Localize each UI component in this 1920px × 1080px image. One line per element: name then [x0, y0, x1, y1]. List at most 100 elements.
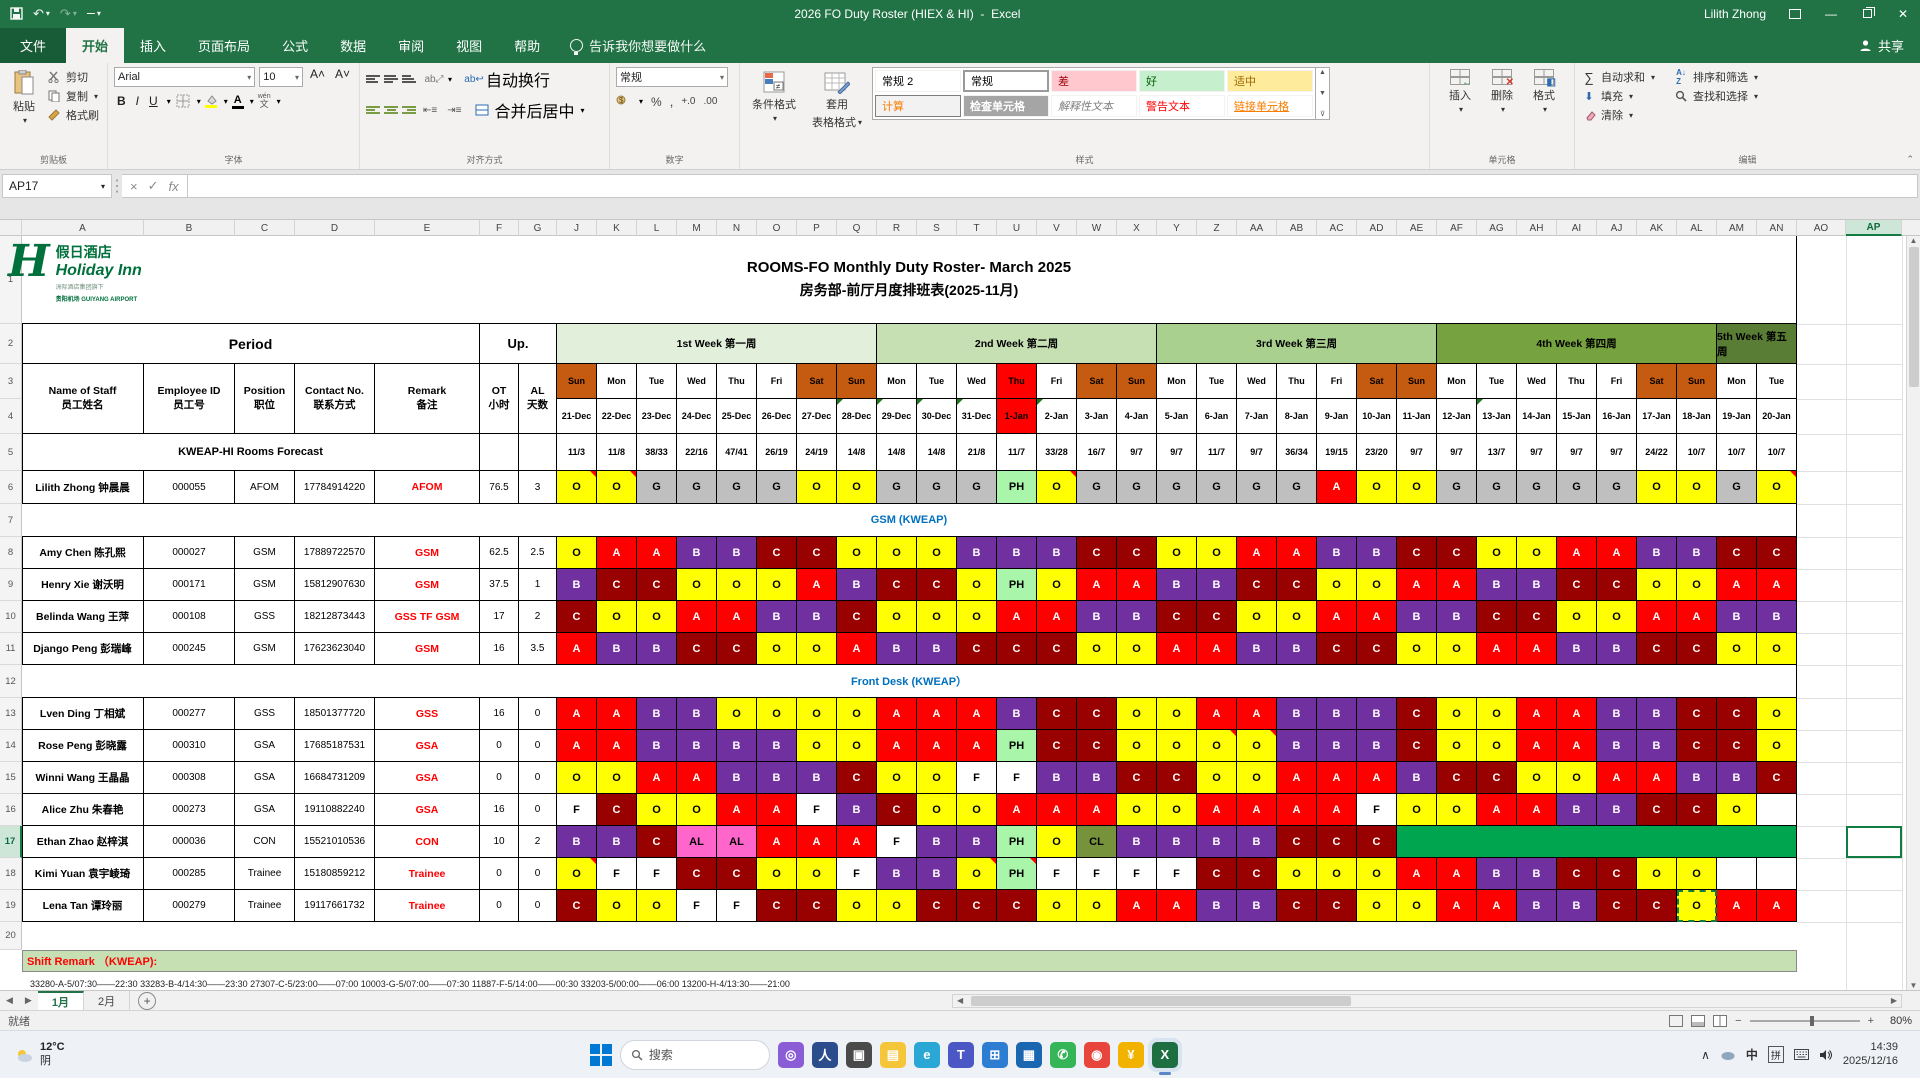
- hscroll-left-icon[interactable]: ◀: [953, 996, 967, 1005]
- row-header-17[interactable]: 17: [0, 826, 22, 858]
- staff-id[interactable]: 000273: [144, 794, 235, 826]
- staff-remark[interactable]: Trainee: [375, 858, 480, 890]
- roster-cell[interactable]: C: [1157, 601, 1197, 633]
- group-label-editing[interactable]: 编辑: [1581, 151, 1914, 169]
- roster-cell[interactable]: A: [637, 762, 677, 794]
- staff-id[interactable]: 000310: [144, 730, 235, 762]
- row-header-19[interactable]: 19: [0, 890, 22, 922]
- roster-cell[interactable]: C: [837, 601, 877, 633]
- roster-cell[interactable]: B: [1597, 698, 1637, 730]
- roster-cell[interactable]: A: [1637, 762, 1677, 794]
- roster-cell[interactable]: C: [1717, 537, 1757, 569]
- tell-me-box[interactable]: 告诉我你想要做什么: [556, 28, 720, 63]
- minimize-button[interactable]: —: [1814, 0, 1848, 27]
- roster-cell[interactable]: B: [1397, 601, 1437, 633]
- roster-cell[interactable]: C: [1557, 858, 1597, 890]
- roster-cell[interactable]: O: [1237, 762, 1277, 794]
- roster-cell[interactable]: F: [677, 890, 717, 922]
- roster-cell[interactable]: O: [837, 890, 877, 922]
- column-header-L[interactable]: L: [637, 220, 677, 236]
- roster-cell[interactable]: G: [1157, 471, 1197, 504]
- collapse-ribbon-icon[interactable]: ⌃: [1906, 154, 1914, 165]
- date-cell[interactable]: 4-Jan: [1117, 399, 1157, 434]
- roster-cell[interactable]: C: [717, 858, 757, 890]
- roster-cell[interactable]: B: [1237, 826, 1277, 858]
- roster-cell[interactable]: A: [1197, 633, 1237, 665]
- wrap-text-button[interactable]: ab↩ 自动换行: [464, 67, 550, 91]
- ime-language-indicator[interactable]: 中: [1746, 1046, 1758, 1063]
- staff-ot[interactable]: 62.5: [480, 537, 519, 569]
- zoom-slider[interactable]: [1749, 1015, 1860, 1026]
- roster-cell[interactable]: G: [1077, 471, 1117, 504]
- staff-contact[interactable]: 18501377720: [295, 698, 375, 730]
- date-cell[interactable]: 24-Dec: [677, 399, 717, 434]
- forecast-cell[interactable]: 38/33: [637, 434, 677, 471]
- roster-cell[interactable]: C: [1077, 730, 1117, 762]
- roster-cell[interactable]: C: [1397, 537, 1437, 569]
- roster-cell[interactable]: B: [1637, 537, 1677, 569]
- ime-pinyin-indicator[interactable]: 拼: [1767, 1046, 1784, 1063]
- roster-cell[interactable]: A: [837, 826, 877, 858]
- roster-cell[interactable]: C: [637, 569, 677, 601]
- roster-cell[interactable]: B: [1517, 890, 1557, 922]
- cell-style-适中[interactable]: 适中: [1227, 70, 1314, 92]
- autosum-button[interactable]: ∑ 自动求和 ▾: [1581, 69, 1655, 85]
- roster-cell[interactable]: C: [1317, 826, 1357, 858]
- roster-cell[interactable]: O: [1437, 633, 1477, 665]
- date-cell[interactable]: 5-Jan: [1157, 399, 1197, 434]
- roster-cell[interactable]: A: [997, 601, 1037, 633]
- forecast-cell[interactable]: 9/7: [1237, 434, 1277, 471]
- roster-cell[interactable]: O: [597, 601, 637, 633]
- roster-cell[interactable]: C: [1757, 537, 1797, 569]
- column-header-V[interactable]: V: [1037, 220, 1077, 236]
- staff-name[interactable]: Amy Chen 陈孔熙: [22, 537, 144, 569]
- column-header-Z[interactable]: Z: [1197, 220, 1237, 236]
- roster-cell[interactable]: C: [1077, 537, 1117, 569]
- day-name-cell[interactable]: Mon: [1437, 364, 1477, 399]
- roster-cell[interactable]: B: [1397, 762, 1437, 794]
- staff-position[interactable]: AFOM: [235, 471, 295, 504]
- vertical-scrollbar[interactable]: ▲ ▼: [1906, 236, 1920, 990]
- group-label-font[interactable]: 字体: [114, 151, 353, 169]
- forecast-empty-g[interactable]: [519, 434, 557, 471]
- scroll-up-icon[interactable]: ▲: [1910, 236, 1918, 245]
- cancel-entry-icon[interactable]: ×: [130, 179, 138, 194]
- roster-cell[interactable]: A: [597, 537, 637, 569]
- roster-cell[interactable]: G: [1717, 471, 1757, 504]
- roster-cell[interactable]: F: [1117, 858, 1157, 890]
- roster-cell[interactable]: O: [1397, 471, 1437, 504]
- onedrive-cloud-icon[interactable]: [1720, 1049, 1736, 1061]
- page-break-view-icon[interactable]: [1713, 1014, 1728, 1027]
- column-header-O[interactable]: O: [757, 220, 797, 236]
- roster-cell[interactable]: A: [1237, 698, 1277, 730]
- sheet-tab-2月[interactable]: 2月: [84, 990, 131, 1011]
- day-name-cell[interactable]: Mon: [877, 364, 917, 399]
- roster-cell[interactable]: A: [1357, 601, 1397, 633]
- roster-cell[interactable]: F: [957, 762, 997, 794]
- date-cell[interactable]: 25-Dec: [717, 399, 757, 434]
- column-header-AN[interactable]: AN: [1757, 220, 1797, 236]
- taskbar-app-app-green[interactable]: ✆: [1049, 1041, 1076, 1068]
- roster-cell[interactable]: B: [677, 537, 717, 569]
- roster-cell[interactable]: O: [957, 569, 997, 601]
- day-name-cell[interactable]: Wed: [677, 364, 717, 399]
- forecast-cell[interactable]: 11/7: [1197, 434, 1237, 471]
- roster-cell[interactable]: B: [1117, 826, 1157, 858]
- staff-ot[interactable]: 0: [480, 762, 519, 794]
- roster-cell[interactable]: B: [1477, 569, 1517, 601]
- roster-cell[interactable]: B: [1277, 698, 1317, 730]
- taskbar-app-app-grid[interactable]: ▦: [1015, 1041, 1042, 1068]
- zoom-in-icon[interactable]: +: [1868, 1015, 1874, 1027]
- staff-position[interactable]: GSM: [235, 633, 295, 665]
- roster-cell[interactable]: O: [1357, 471, 1397, 504]
- roster-cell[interactable]: O: [1037, 826, 1077, 858]
- roster-cell[interactable]: O: [637, 890, 677, 922]
- date-cell[interactable]: 26-Dec: [757, 399, 797, 434]
- taskbar-app-cortana[interactable]: ◎: [777, 1041, 804, 1068]
- column-header-G[interactable]: G: [519, 220, 557, 236]
- roster-cell[interactable]: O: [1437, 794, 1477, 826]
- roster-cell[interactable]: C: [917, 569, 957, 601]
- roster-cell[interactable]: C: [557, 890, 597, 922]
- roster-cell[interactable]: B: [917, 826, 957, 858]
- roster-cell[interactable]: C: [1757, 762, 1797, 794]
